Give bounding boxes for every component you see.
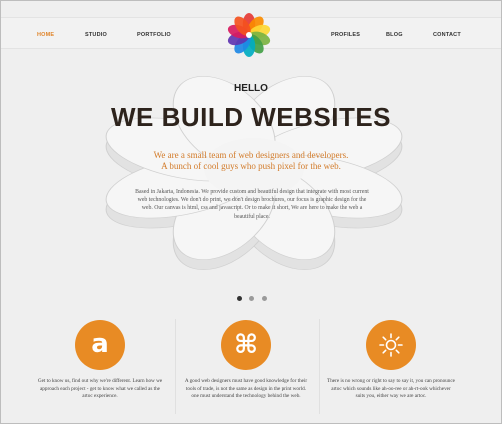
logo-center [246,32,252,38]
feature-text-technology: A good web designers must have good know… [184,378,308,400]
feature-card-technology: ⌘ A good web designers must have good kn… [176,319,316,401]
nav-item-home[interactable]: HOME [37,32,54,38]
feature-text-about: Get to know us, find out why we're diffe… [37,378,163,400]
command-key-icon[interactable]: ⌘ [221,320,271,370]
hero-description: Based in Jakarta, Indonesia. We provide … [135,189,369,220]
command-key-glyph: ⌘ [233,330,259,360]
letter-a-icon[interactable]: a [75,320,125,370]
slider-dot-2[interactable] [249,296,255,301]
slider-dot-1[interactable] [237,296,242,301]
feature-card-about: a Get to know us, find out why we're dif… [30,319,170,401]
flower-logo[interactable] [226,12,272,58]
sun-icon[interactable] [366,320,416,370]
nav-item-profiles[interactable]: PROFILES [331,32,360,38]
slider-dots [237,288,270,306]
feature-divider [319,319,320,414]
slider-dot-3[interactable] [261,296,267,301]
hero-tagline-line-1: We are a small team of web designers and… [153,150,349,160]
hero-tagline: We are a small team of web designers and… [131,150,371,172]
nav-item-studio[interactable]: STUDIO [85,32,107,38]
page-frame: HOME STUDIO PORTFOLIO PROFILES BLOG CONT… [0,0,502,424]
hero-headline: WE BUILD WEBSITES [110,102,392,132]
nav-item-blog[interactable]: BLOG [386,32,403,38]
sun-icon-graphic [379,333,403,357]
feature-text-pronunciation: There is no wrong or right to say to say… [327,378,455,400]
feature-card-pronunciation: There is no wrong or right to say to say… [321,319,461,401]
nav-item-portfolio[interactable]: PORTFOLIO [137,32,171,38]
hero-tagline-line-2: A bunch of cool guys who push pixel for … [161,161,341,171]
hero-greeting: HELLO [234,83,268,94]
letter-a-glyph: a [91,328,109,359]
nav-item-contact[interactable]: CONTACT [433,32,461,38]
